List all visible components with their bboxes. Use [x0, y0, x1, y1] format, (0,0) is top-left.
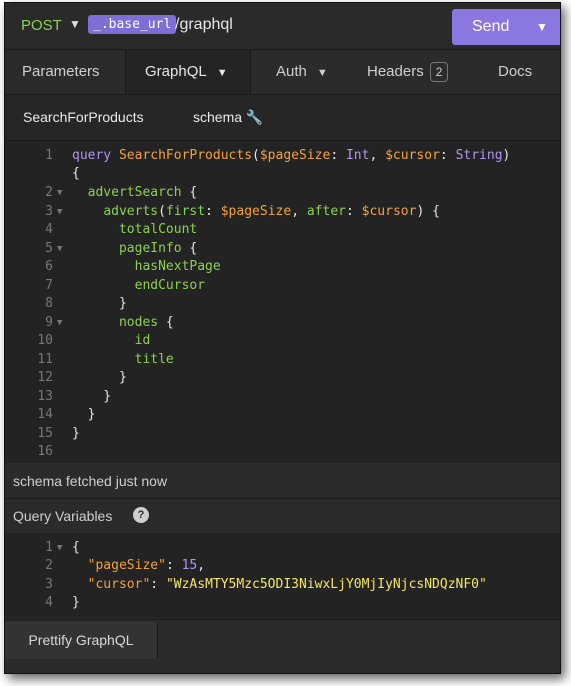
fold-arrow-icon[interactable]: ▼: [57, 244, 62, 254]
line-number: 15: [37, 426, 53, 441]
line-number: 2: [45, 185, 53, 200]
editor-footer: Prettify GraphQL: [5, 619, 560, 673]
fold-arrow-icon[interactable]: ▼: [57, 188, 62, 198]
line-number: 12: [37, 370, 53, 385]
tab-label: Auth: [276, 63, 307, 80]
send-label: Send: [472, 18, 510, 35]
code-line: totalCount: [72, 222, 198, 237]
tab-graphql[interactable]: GraphQL ▼: [125, 50, 251, 94]
line-number: 3: [45, 577, 53, 592]
line-number: 5: [45, 241, 53, 256]
send-button[interactable]: Send ▼: [452, 9, 560, 45]
fold-arrow-icon[interactable]: ▼: [57, 543, 62, 553]
query-editor[interactable]: 1 2 3 4 5 6 7 8 9 10 11 12 13 14 15 16 ▼…: [5, 141, 560, 463]
wrench-icon: 🔧: [245, 109, 264, 125]
code-line: endCursor: [72, 278, 206, 293]
code-line: advertSearch {: [72, 185, 198, 200]
line-number: 8: [45, 296, 53, 311]
url-path[interactable]: /graphql: [175, 16, 233, 34]
code-line: }: [72, 296, 127, 311]
code-line: hasNextPage: [72, 259, 221, 274]
line-number: 16: [37, 444, 53, 459]
tab-headers[interactable]: Headers 2: [367, 50, 449, 94]
base-url-variable[interactable]: _.base_url: [88, 15, 177, 34]
chevron-down-icon[interactable]: ▼: [69, 17, 81, 31]
tab-parameters[interactable]: Parameters: [22, 50, 100, 94]
code-line: }: [72, 595, 80, 610]
line-number: 9: [45, 315, 53, 330]
code-line: {: [72, 166, 80, 181]
tab-label: Headers: [367, 63, 424, 80]
code-line: }: [72, 370, 127, 385]
line-number: 4: [45, 222, 53, 237]
line-number: 11: [37, 352, 53, 367]
url-bar: POST ▼ _.base_url /graphql Send ▼: [5, 3, 560, 50]
schema-button[interactable]: schema 🔧: [193, 109, 263, 126]
code-line: "cursor": "WzAsMTY5Mzc5ODI3NiwxLjY0MjIyN…: [87, 577, 487, 592]
line-number: 1: [45, 540, 53, 555]
line-number: 3: [45, 204, 53, 219]
tab-docs[interactable]: Docs: [498, 50, 532, 94]
prettify-graphql-button[interactable]: Prettify GraphQL: [5, 622, 158, 659]
chevron-down-icon[interactable]: ▼: [217, 67, 228, 79]
query-variables-title: Query Variables: [13, 508, 113, 524]
method-select[interactable]: POST: [21, 17, 62, 34]
chevron-down-icon[interactable]: ▼: [317, 67, 328, 79]
schema-status: schema fetched just now: [13, 473, 168, 489]
request-pane: POST ▼ _.base_url /graphql Send ▼ Parame…: [4, 2, 561, 674]
tab-auth[interactable]: Auth ▼: [276, 50, 328, 94]
request-tabs: Parameters GraphQL ▼ Auth ▼ Headers 2 Docs: [5, 50, 560, 95]
tab-label: Parameters: [22, 63, 100, 80]
code-line: title: [72, 352, 174, 367]
code-line: nodes {: [72, 315, 174, 330]
headers-count-badge: 2: [429, 62, 449, 82]
code-line: id: [72, 333, 151, 348]
chevron-down-icon[interactable]: ▼: [536, 20, 548, 34]
line-number: 7: [45, 278, 53, 293]
fold-arrow-icon[interactable]: ▼: [57, 207, 62, 217]
query-variables-header: Query Variables ?: [5, 498, 560, 533]
line-number: 4: [45, 595, 53, 610]
line-number: 14: [37, 407, 53, 422]
fold-arrow-icon[interactable]: ▼: [57, 318, 62, 328]
schema-label: schema: [193, 109, 243, 125]
tab-label: GraphQL: [145, 63, 207, 80]
code-line: pageInfo {: [72, 241, 198, 256]
line-number: 2: [45, 558, 53, 573]
line-number: 6: [45, 259, 53, 274]
code-line: query SearchForProducts($pageSize: Int, …: [72, 148, 511, 163]
line-number: 1: [45, 148, 53, 163]
operation-name[interactable]: SearchForProducts: [23, 109, 144, 125]
tab-label: Docs: [498, 63, 533, 80]
code-line: "pageSize": 15,: [87, 558, 206, 573]
code-line: }: [72, 426, 80, 441]
code-line: }: [72, 407, 96, 422]
line-number: 13: [37, 389, 53, 404]
variables-editor[interactable]: 1 2 3 4 ▼ { "pageSize": 15, "cursor": "W…: [5, 533, 560, 618]
graphql-subbar: SearchForProducts schema 🔧: [5, 95, 560, 141]
code-line: adverts(first: $pageSize, after: $cursor…: [103, 204, 440, 219]
code-line: {: [72, 540, 80, 555]
line-number: 10: [37, 333, 53, 348]
code-line: }: [72, 389, 112, 404]
help-icon[interactable]: ?: [133, 507, 149, 523]
